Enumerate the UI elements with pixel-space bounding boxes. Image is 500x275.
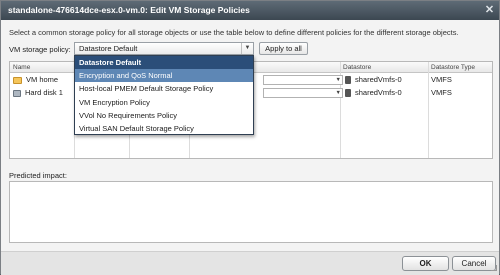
datastore-icon [345,89,351,98]
hard-disk-icon [13,89,21,97]
row-datastore-type-cell: VMFS [431,75,452,84]
row-policy-select[interactable]: ▼ [263,75,343,85]
dropdown-option-vsan-default[interactable]: Virtual SAN Default Storage Policy [75,122,253,135]
chevron-down-icon: ▼ [241,43,253,54]
chevron-down-icon: ▼ [335,77,341,83]
column-header-name[interactable]: Name [13,63,30,72]
policy-select-value: Datastore Default [79,44,138,53]
folder-icon [13,76,22,84]
instruction-text: Select a common storage policy for all s… [9,28,459,37]
resize-grip-icon[interactable] [491,265,497,271]
dropdown-option-vm-encryption[interactable]: VM Encryption Policy [75,96,253,109]
vm-storage-policy-label: VM storage policy: [9,45,71,54]
dropdown-option-encryption-qos-normal[interactable]: Encryption and QoS Normal [75,69,253,83]
apply-to-all-button[interactable]: Apply to all [259,42,308,55]
close-icon[interactable]: ✕ [483,4,496,17]
chevron-down-icon: ▼ [335,90,341,96]
dropdown-option-host-local-pmem[interactable]: Host-local PMEM Default Storage Policy [75,82,253,95]
ok-button[interactable]: OK [402,256,449,271]
dialog-title: standalone-476614dce-esx.0-vm.0: Edit VM… [8,5,250,15]
column-header-datastore[interactable]: Datastore [343,63,371,72]
datastore-icon [345,76,351,85]
dialog-titlebar[interactable]: standalone-476614dce-esx.0-vm.0: Edit VM… [1,1,499,20]
column-header-datastore-type[interactable]: Datastore Type [431,63,475,72]
row-datastore-type-cell: VMFS [431,88,452,97]
row-name-cell: VM home [13,73,58,86]
row-datastore-cell: sharedVmfs-0 [343,86,402,99]
cancel-button[interactable]: Cancel [452,256,496,271]
dropdown-option-datastore-default[interactable]: Datastore Default [75,56,253,70]
predicted-impact-label: Predicted impact: [9,171,67,180]
policy-dropdown-list: Datastore Default Encryption and QoS Nor… [74,55,254,135]
row-name-cell: Hard disk 1 [13,86,63,99]
vm-storage-policy-select[interactable]: Datastore Default ▼ [74,42,254,55]
edit-vm-storage-policies-dialog: standalone-476614dce-esx.0-vm.0: Edit VM… [0,0,500,275]
row-datastore-cell: sharedVmfs-0 [343,73,402,86]
dropdown-option-vvol-no-requirements[interactable]: VVol No Requirements Policy [75,109,253,122]
row-policy-select[interactable]: ▼ [263,88,343,98]
predicted-impact-panel [9,181,493,243]
